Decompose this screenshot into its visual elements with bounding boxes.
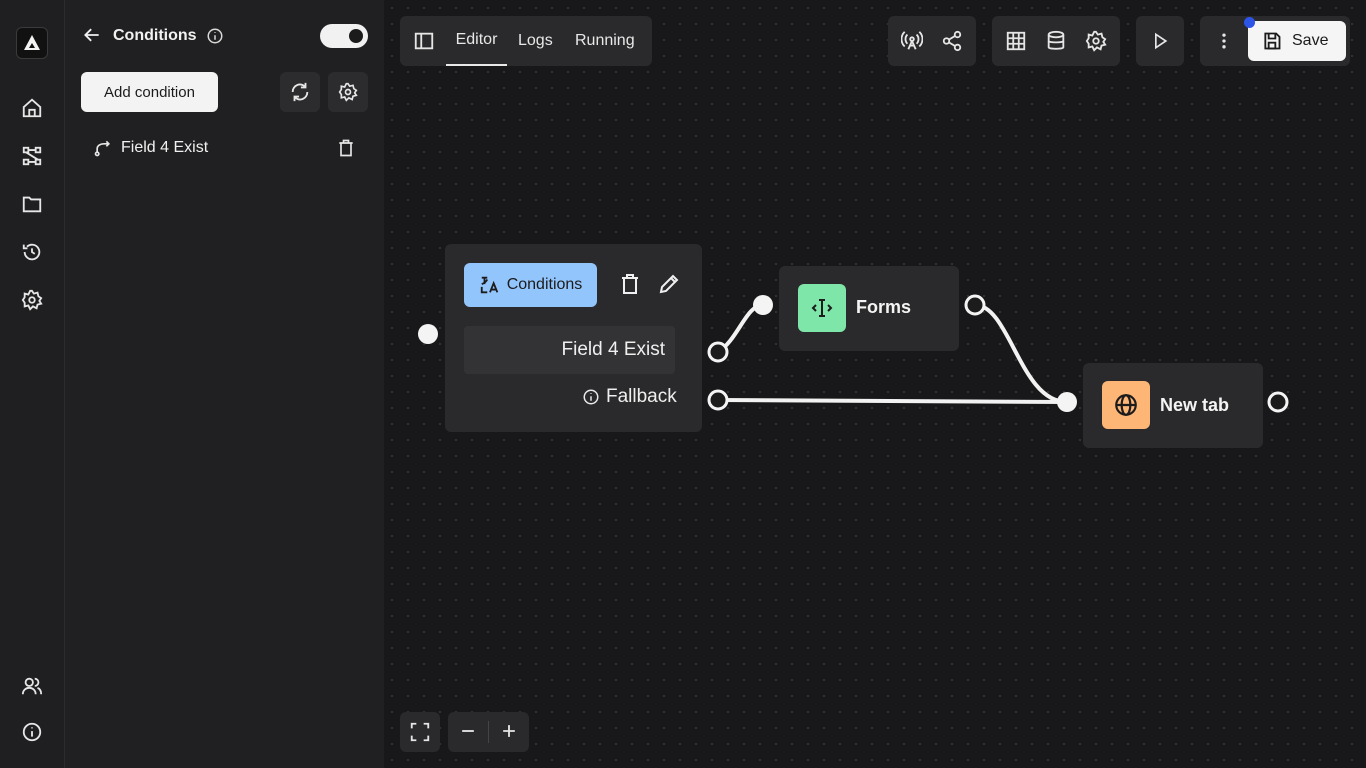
edge-fallback-to-newtab — [717, 398, 1068, 404]
fallback-branch: Fallback — [582, 386, 677, 408]
zoom-controls — [448, 712, 529, 752]
conditions-badge-label: Conditions — [506, 276, 583, 293]
fullscreen-icon — [410, 722, 430, 742]
conditions-node[interactable]: Conditions Field 4 Exist Fallback — [445, 244, 702, 432]
forms-badge — [798, 284, 846, 332]
translate-icon — [479, 274, 501, 296]
newtab-title: New tab — [1160, 395, 1230, 415]
branch-field-4-exist[interactable]: Field 4 Exist — [464, 326, 675, 374]
zoom-out-icon[interactable] — [458, 721, 478, 741]
fit-view-button[interactable] — [400, 712, 440, 752]
globe-icon — [1113, 392, 1139, 418]
forms-title: Forms — [856, 297, 912, 317]
edit-node-icon[interactable] — [657, 272, 681, 296]
info-icon — [582, 388, 600, 406]
zoom-divider — [488, 721, 489, 743]
edge-branch-to-forms — [716, 303, 764, 354]
edge-forms-to-newtab — [974, 303, 1068, 404]
forms-node[interactable]: Forms — [779, 266, 959, 351]
newtab-node[interactable]: New tab — [1083, 363, 1263, 448]
fallback-label: Fallback — [606, 386, 677, 407]
zoom-in-icon[interactable] — [499, 721, 519, 741]
newtab-badge — [1102, 381, 1150, 429]
text-cursor-icon — [810, 296, 834, 320]
conditions-badge: Conditions — [464, 263, 597, 307]
delete-node-icon[interactable] — [618, 272, 642, 296]
